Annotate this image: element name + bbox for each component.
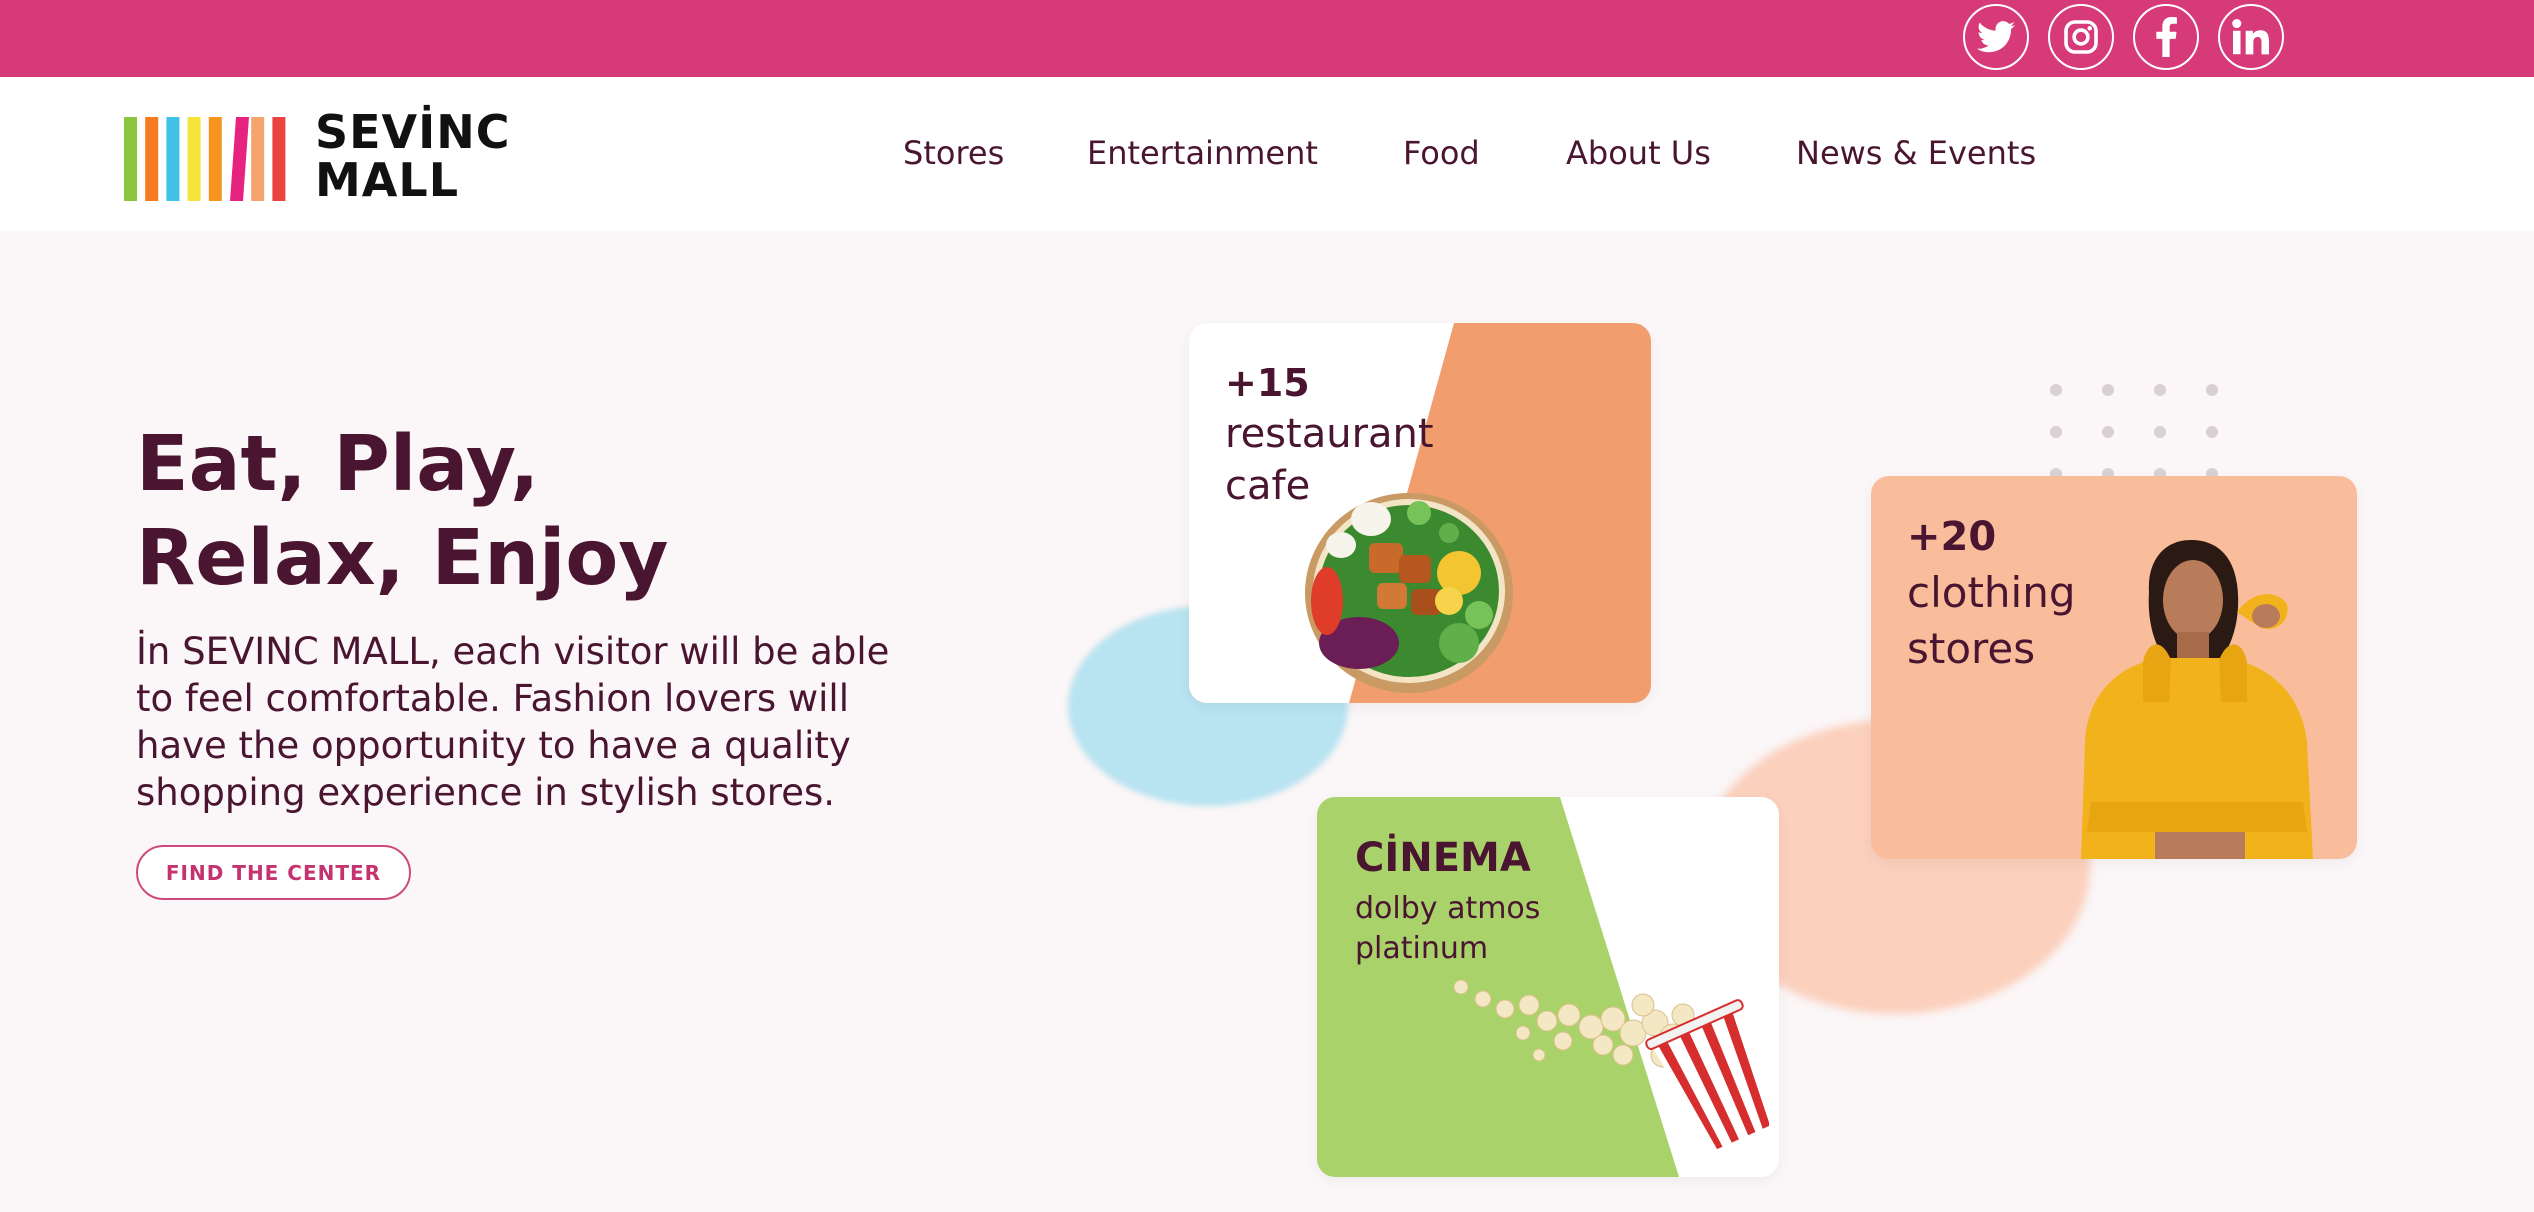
logo-bar: [272, 117, 286, 201]
card-label-line-1: dolby atmos: [1355, 891, 1541, 926]
nav-food[interactable]: Food: [1403, 134, 1480, 172]
cinema-card[interactable]: CİNEMA dolby atmos platinum: [1317, 797, 1779, 1177]
twitter-link[interactable]: [1963, 4, 2029, 70]
linkedin-icon: [2232, 19, 2269, 55]
logo-bar: [166, 117, 180, 201]
linkedin-link[interactable]: [2218, 4, 2284, 70]
nav-entertainment[interactable]: Entertainment: [1087, 134, 1318, 172]
card-count: +15: [1225, 361, 1310, 405]
popcorn-bucket-image: [1453, 979, 1769, 1151]
logo-bar: [208, 117, 222, 201]
hero-description-line: İn SEVINC MALL, each visitor will be abl…: [136, 630, 890, 673]
model-in-yellow-hoodie-image: [2081, 540, 2313, 859]
top-bar: [0, 0, 2534, 77]
restaurant-cafe-card[interactable]: +15 restaurant cafe: [1189, 323, 1651, 703]
card-label-line-1: restaurant: [1225, 411, 1434, 457]
hero-description-line: have the opportunity to have a quality: [136, 724, 851, 767]
instagram-icon: [2064, 20, 2098, 54]
hero-title: Eat, Play, Relax, Enjoy: [136, 418, 669, 606]
logo-mark[interactable]: [124, 117, 296, 201]
hero-description-line: shopping experience in stylish stores.: [136, 771, 835, 814]
card-count: +20: [1907, 514, 1997, 560]
card-label-line-2: stores: [1907, 624, 2036, 673]
logo-bar: [230, 117, 249, 201]
logo-line-1: SEVİNC: [315, 105, 511, 159]
twitter-icon: [1977, 21, 2015, 53]
salad-bowl-image: [1305, 493, 1513, 693]
hero-description-line: to feel comfortable. Fashion lovers will: [136, 677, 849, 720]
logo-bar: [187, 117, 201, 201]
card-title: CİNEMA: [1355, 835, 1531, 881]
logo-bar: [124, 117, 137, 201]
decorative-dot-grid: [2050, 384, 2218, 480]
logo-bar: [145, 117, 159, 201]
hero-title-line-1: Eat, Play,: [136, 420, 540, 509]
clothing-stores-card[interactable]: +20 clothing stores: [1871, 476, 2357, 859]
hero-title-line-2: Relax, Enjoy: [136, 514, 669, 603]
nav-news-events[interactable]: News & Events: [1796, 134, 2036, 172]
instagram-link[interactable]: [2048, 4, 2114, 70]
facebook-icon: [2156, 17, 2177, 57]
facebook-link[interactable]: [2133, 4, 2199, 70]
nav-stores[interactable]: Stores: [903, 134, 1004, 172]
nav-about-us[interactable]: About Us: [1566, 134, 1711, 172]
card-label-line-2: cafe: [1225, 463, 1311, 509]
find-the-center-button[interactable]: FIND THE CENTER: [136, 845, 411, 900]
hero-description: İn SEVINC MALL, each visitor will be abl…: [136, 628, 926, 816]
logo-bar: [251, 117, 265, 201]
card-label-line-2: platinum: [1355, 931, 1489, 966]
logo-wordmark[interactable]: SEVİNC MALL: [315, 108, 511, 204]
logo-line-2: MALL: [315, 153, 459, 207]
